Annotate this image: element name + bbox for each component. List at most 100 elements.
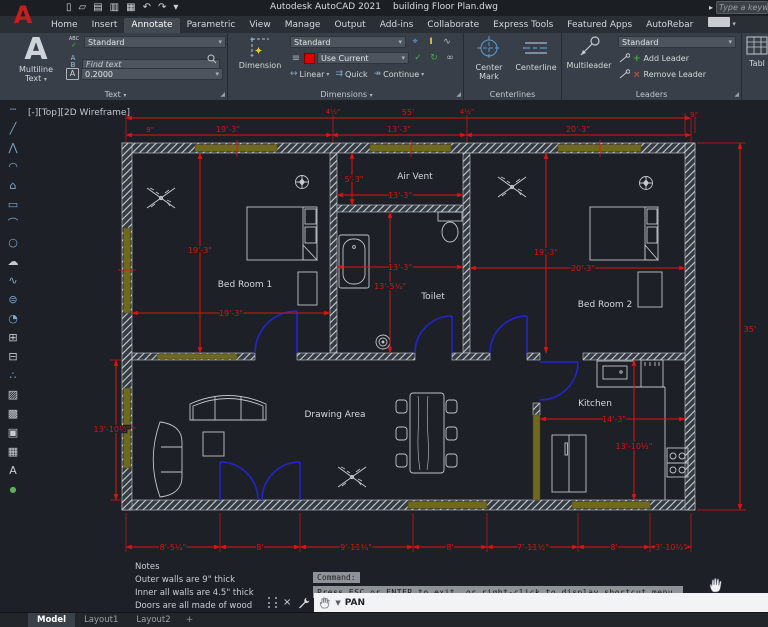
- tab-add-ins[interactable]: Add-ins: [373, 18, 421, 33]
- new-layout-button[interactable]: +: [180, 613, 200, 627]
- continue-dim-button[interactable]: ↠Continue▾: [374, 69, 425, 79]
- model-space-canvas[interactable]: 55' 4½" 4½" 9" 9" 19'-3" 13'-3" 20'-3" 1…: [0, 100, 768, 612]
- dimensions-panel-launcher-icon[interactable]: ◢: [456, 91, 461, 98]
- dimension-icon: [247, 35, 273, 59]
- svg-text:35': 35': [744, 325, 756, 334]
- tab-layout2[interactable]: Layout2: [127, 613, 179, 627]
- insert-block-tool-icon[interactable]: ⊞: [8, 328, 17, 347]
- tab-insert[interactable]: Insert: [85, 18, 125, 33]
- command-input[interactable]: ▼ PAN: [314, 593, 768, 612]
- ceiling-fan: [147, 188, 175, 208]
- dim-check-icon[interactable]: ✓: [411, 53, 425, 63]
- arc-tool-icon[interactable]: ◠: [8, 157, 18, 176]
- tab-autorebar[interactable]: AutoRebar: [639, 18, 700, 33]
- leader-style-select[interactable]: Standard▾: [618, 36, 736, 48]
- point-tool-icon[interactable]: ∴: [10, 366, 17, 385]
- circle-tool-icon[interactable]: ○: [8, 233, 18, 252]
- ellipse-arc-tool-icon[interactable]: ◔: [8, 309, 18, 328]
- keyword-search-input[interactable]: Type a keyword: [716, 1, 768, 14]
- leaders-panel-launcher-icon[interactable]: ◢: [734, 91, 739, 98]
- table-label: Tabl: [746, 59, 768, 68]
- tab-model[interactable]: Model: [28, 613, 75, 627]
- tab-annotate[interactable]: Annotate: [124, 18, 179, 33]
- multileader-button[interactable]: Multileader: [562, 35, 616, 70]
- tab-parametric[interactable]: Parametric: [180, 18, 243, 33]
- add-leader-button[interactable]: Add Leader: [644, 54, 689, 63]
- command-line-grip[interactable]: [268, 597, 277, 608]
- line-tool-icon[interactable]: ╱: [10, 119, 17, 138]
- centerline-icon: [521, 35, 551, 61]
- panel-centerlines: Center Mark Centerline Centerlines: [464, 33, 562, 100]
- multiline-text-button[interactable]: A Multiline Text ▾: [10, 35, 62, 84]
- quick-dim-icon: ⇉: [335, 69, 343, 79]
- spline-tool-icon[interactable]: ∿: [8, 271, 17, 290]
- center-mark-icon: [476, 35, 502, 61]
- tab-express-tools[interactable]: Express Tools: [486, 18, 560, 33]
- dimensions-panel-footer[interactable]: Dimensions ▾: [230, 90, 463, 99]
- remove-leader-button[interactable]: Remove Leader: [644, 70, 706, 79]
- table-tool-icon[interactable]: ▦: [8, 442, 18, 461]
- room-label-bed1: Bed Room 1: [218, 280, 273, 290]
- tab-featured-apps[interactable]: Featured Apps: [560, 18, 639, 33]
- tab-view[interactable]: View: [242, 18, 277, 33]
- centerlines-panel-footer[interactable]: Centerlines: [464, 90, 561, 99]
- polygon-tool-icon[interactable]: ⌂: [10, 176, 17, 195]
- tab-output[interactable]: Output: [327, 18, 372, 33]
- dim-break-icon[interactable]: ∿: [440, 37, 454, 47]
- wrench-icon[interactable]: [297, 596, 310, 609]
- text-style-select[interactable]: Standard▾: [84, 36, 226, 48]
- center-mark-label-1: Center: [468, 63, 510, 72]
- construction-line-tool-icon[interactable]: ┄: [10, 100, 17, 119]
- light-symbol: [296, 176, 309, 189]
- linear-dim-button[interactable]: ↔Linear▾: [290, 69, 329, 79]
- dim-update-icon[interactable]: ⌖: [408, 37, 422, 47]
- point-style-tool-icon[interactable]: ●: [10, 480, 17, 499]
- region-tool-icon[interactable]: ▣: [8, 423, 18, 442]
- arc-3-point-tool-icon[interactable]: ⌒: [8, 214, 19, 233]
- dim-reassociate-icon[interactable]: ↻: [427, 53, 441, 63]
- quick-dim-button[interactable]: ⇉Quick: [335, 69, 367, 79]
- dim-style-select[interactable]: Standard▾: [290, 36, 406, 48]
- dim-text-edit-icon[interactable]: I: [424, 37, 438, 47]
- room-label-toilet: Toilet: [420, 292, 445, 302]
- tab-home[interactable]: Home: [44, 18, 85, 33]
- tab-manage[interactable]: Manage: [278, 18, 328, 33]
- hatch-tool-icon[interactable]: ▨: [8, 385, 18, 404]
- close-icon[interactable]: ×: [283, 597, 291, 608]
- doors[interactable]: [220, 311, 578, 500]
- ellipse-tool-icon[interactable]: ⊜: [8, 290, 17, 309]
- spell-check-icon[interactable]: ABC✓: [66, 36, 82, 48]
- polyline-tool-icon[interactable]: ⋀: [8, 138, 17, 157]
- dimension-button[interactable]: Dimension: [232, 35, 288, 70]
- workspace-button[interactable]: ▾: [708, 17, 736, 30]
- text-height-select[interactable]: 0.2000▾: [81, 68, 223, 80]
- autocad-logo[interactable]: A: [8, 1, 38, 31]
- gradient-tool-icon[interactable]: ▩: [8, 404, 18, 423]
- search-expand-icon[interactable]: ▸: [709, 3, 713, 12]
- text-panel-launcher-icon[interactable]: ◢: [220, 91, 225, 98]
- rectangle-tool-icon[interactable]: ▭: [8, 195, 18, 214]
- create-block-tool-icon[interactable]: ⊟: [8, 347, 17, 366]
- dim-chain-icon[interactable]: ∞: [443, 53, 457, 63]
- draw-toolbar: ┄ ╱ ⋀ ◠ ⌂ ▭ ⌒ ○ ☁ ∿ ⊜ ◔ ⊞ ⊟ ∴ ▨ ▩ ▣ ▦ A …: [0, 100, 26, 499]
- table-button[interactable]: Tabl: [746, 35, 768, 68]
- svg-text:8'-5¼": 8'-5¼": [160, 543, 187, 552]
- text-panel-footer[interactable]: Text ▾: [4, 90, 227, 99]
- viewport-controls[interactable]: [-][Top][2D Wireframe]: [28, 108, 130, 118]
- center-mark-button[interactable]: Center Mark: [468, 35, 510, 81]
- curved-sofa: [153, 422, 182, 497]
- revision-cloud-tool-icon[interactable]: ☁: [8, 252, 19, 271]
- floor-plan-drawing[interactable]: 55' 4½" 4½" 9" 9" 19'-3" 13'-3" 20'-3" 1…: [0, 100, 768, 612]
- svg-text:20'-3": 20'-3": [571, 264, 595, 273]
- continue-dim-icon: ↠: [374, 69, 382, 79]
- search-magnifier-icon[interactable]: [207, 54, 217, 64]
- dim-layer-select[interactable]: Use Current▾: [317, 52, 409, 64]
- tab-collaborate[interactable]: Collaborate: [420, 18, 486, 33]
- leaders-panel-footer[interactable]: Leaders: [562, 90, 741, 99]
- windows[interactable]: [124, 145, 651, 509]
- text-tool-icon[interactable]: A: [9, 461, 17, 480]
- centerline-button[interactable]: Centerline: [514, 35, 558, 72]
- bed2-side-table: [638, 272, 662, 307]
- tab-layout1[interactable]: Layout1: [75, 613, 127, 627]
- command-options-icon[interactable]: ▼: [335, 599, 340, 607]
